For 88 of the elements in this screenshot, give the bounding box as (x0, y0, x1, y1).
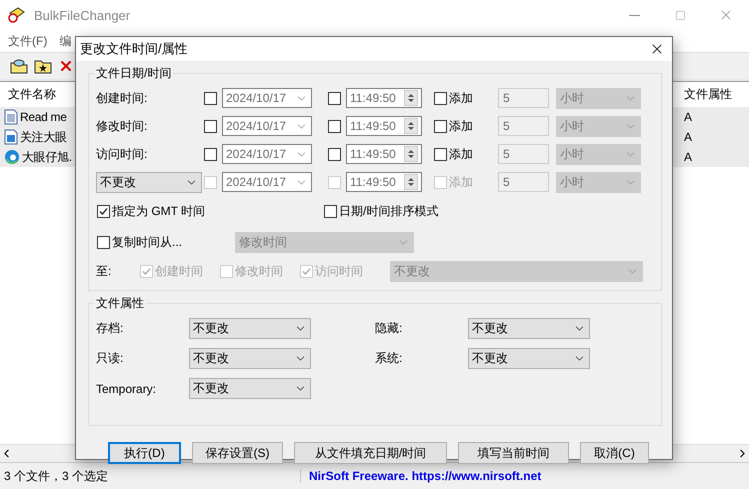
dropdown[interactable]: 不更改 (468, 348, 590, 369)
minimize-icon (628, 14, 640, 16)
date-picker[interactable]: 2024/10/17 (222, 88, 312, 108)
column-header[interactable]: 文件属性 (676, 86, 749, 102)
dialog-button[interactable]: 取消(C) (580, 442, 649, 464)
date-picker[interactable]: 2024/10/17 (222, 172, 312, 192)
dialog-button[interactable]: 保存设置(S) (192, 442, 283, 464)
field-label: 隐藏: (375, 320, 404, 337)
dropdown[interactable]: 不更改 (189, 348, 311, 369)
checkbox[interactable] (204, 120, 217, 132)
checkbox[interactable] (97, 236, 110, 248)
checkbox[interactable] (204, 92, 217, 104)
date-picker[interactable]: 2024/10/17 (222, 116, 312, 136)
window-title: BulkFileChanger (34, 8, 130, 22)
maximize-icon (674, 10, 686, 20)
checkbox-label: 访问时间 (315, 262, 363, 280)
spinner-icon[interactable] (404, 174, 418, 190)
spinner-icon[interactable] (404, 146, 418, 162)
checkbox[interactable] (434, 92, 447, 104)
file-name: 关注大眼 (20, 128, 67, 146)
app-icon (8, 7, 26, 23)
checkbox-label: 创建时间 (155, 262, 203, 280)
dialog-button[interactable]: 填写当前时间 (458, 442, 569, 464)
dialog-button[interactable]: 从文件填充日期/时间 (294, 442, 447, 464)
checkbox-label: 添加 (449, 174, 473, 190)
checkbox-label: 修改时间 (235, 262, 283, 280)
spinner-icon[interactable] (404, 118, 418, 134)
checkbox-label: 日期/时间排序模式 (339, 202, 438, 220)
field-label: Temporary: (96, 382, 158, 396)
dropdown[interactable]: 小时 (556, 144, 641, 164)
checkbox[interactable] (97, 204, 110, 218)
checkbox[interactable] (328, 92, 341, 104)
field-label: 系统: (375, 350, 404, 367)
amount-field[interactable]: 5 (498, 172, 549, 192)
dropdown[interactable]: 不更改 (189, 378, 311, 399)
checkbox[interactable] (434, 120, 447, 132)
attribute-cell-text: A (683, 150, 694, 164)
amount-field[interactable]: 5 (498, 116, 549, 136)
browser-icon (4, 149, 20, 165)
dropdown[interactable]: 修改时间 (235, 232, 414, 252)
dropdown[interactable]: 不更改 (468, 318, 590, 339)
folder-icon[interactable] (10, 58, 28, 74)
checkbox[interactable] (204, 148, 217, 160)
dropdown[interactable]: 不更改 (390, 260, 643, 282)
dropdown[interactable]: 小时 (556, 116, 641, 136)
dropdown[interactable]: 小时 (556, 172, 641, 192)
attribute-cell-text: A (683, 110, 694, 124)
dialog-title: 更改文件时间/属性 (80, 40, 188, 58)
date-picker[interactable]: 2024/10/17 (222, 144, 312, 164)
spinner-icon[interactable] (404, 90, 418, 106)
dropdown[interactable]: 不更改 (189, 318, 311, 339)
folder-icon[interactable] (34, 58, 52, 74)
time-field[interactable]: 11:49:50 (346, 116, 422, 136)
file-name: 大眼仔旭. (22, 148, 72, 166)
checkbox-label: 指定为 GMT 时间 (112, 202, 206, 220)
field-label: 访问时间: (96, 146, 148, 162)
checkbox[interactable] (324, 204, 337, 218)
menu-item[interactable]: 编 (53, 32, 78, 50)
group-title: 文件属性 (95, 295, 145, 312)
group-title: 文件日期/时间 (95, 65, 172, 82)
amount-field[interactable]: 5 (498, 88, 549, 108)
menu-item[interactable]: 文件(F) (2, 32, 54, 50)
dialog-button[interactable]: 执行(D) (108, 442, 181, 464)
document-icon (4, 109, 18, 125)
dropdown[interactable]: 小时 (556, 88, 641, 108)
checkbox-label: 添加 (449, 146, 473, 162)
status-text: 3 个文件，3 个选定 (3, 468, 110, 484)
file-name: Read me (20, 110, 67, 124)
dropdown[interactable]: 不更改 (96, 172, 202, 192)
checkbox[interactable] (328, 148, 341, 160)
field-label: 至: (96, 262, 112, 280)
checkbox-label: 复制时间从... (112, 234, 182, 250)
checkbox[interactable] (328, 120, 341, 132)
checkbox-label: 添加 (449, 118, 473, 134)
field-label: 创建时间: (96, 90, 148, 106)
time-field[interactable]: 11:49:50 (346, 88, 422, 108)
time-field[interactable]: 11:49:50 (346, 172, 422, 192)
checkbox-label: 添加 (449, 90, 473, 106)
website-link[interactable]: NirSoft Freeware. https://www.nirsoft.net (300, 469, 749, 483)
amount-field[interactable]: 5 (498, 144, 549, 164)
field-label: 存档: (96, 320, 124, 337)
attribute-cell-text: A (683, 130, 694, 144)
image-file-icon (4, 129, 18, 145)
delete-icon[interactable] (58, 58, 74, 74)
time-field[interactable]: 11:49:50 (346, 144, 422, 164)
field-label: 只读: (96, 350, 124, 367)
checkbox[interactable] (434, 148, 447, 160)
field-label: 修改时间: (96, 118, 148, 134)
